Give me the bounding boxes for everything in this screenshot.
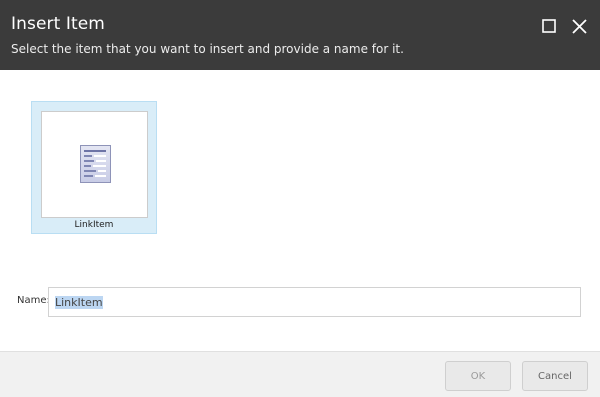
item-label: LinkItem	[74, 220, 114, 230]
close-icon	[571, 18, 587, 34]
dialog-footer: OK Cancel	[0, 351, 600, 397]
ok-button[interactable]: OK	[445, 361, 511, 391]
dialog-header: Insert Item Select the item that you wan…	[0, 0, 600, 70]
maximize-icon	[542, 19, 556, 33]
item-preview	[41, 111, 148, 218]
name-row: Name:	[17, 287, 581, 317]
name-label: Name:	[17, 295, 50, 306]
name-input[interactable]	[48, 287, 581, 317]
cancel-button[interactable]: Cancel	[522, 361, 588, 391]
item-tile-linkitem[interactable]: LinkItem	[31, 101, 157, 234]
dialog-title: Insert Item	[11, 14, 105, 34]
close-button[interactable]	[568, 15, 590, 37]
dialog-subtitle: Select the item that you want to insert …	[11, 42, 404, 56]
document-list-icon	[80, 145, 111, 183]
maximize-button[interactable]	[538, 15, 560, 37]
